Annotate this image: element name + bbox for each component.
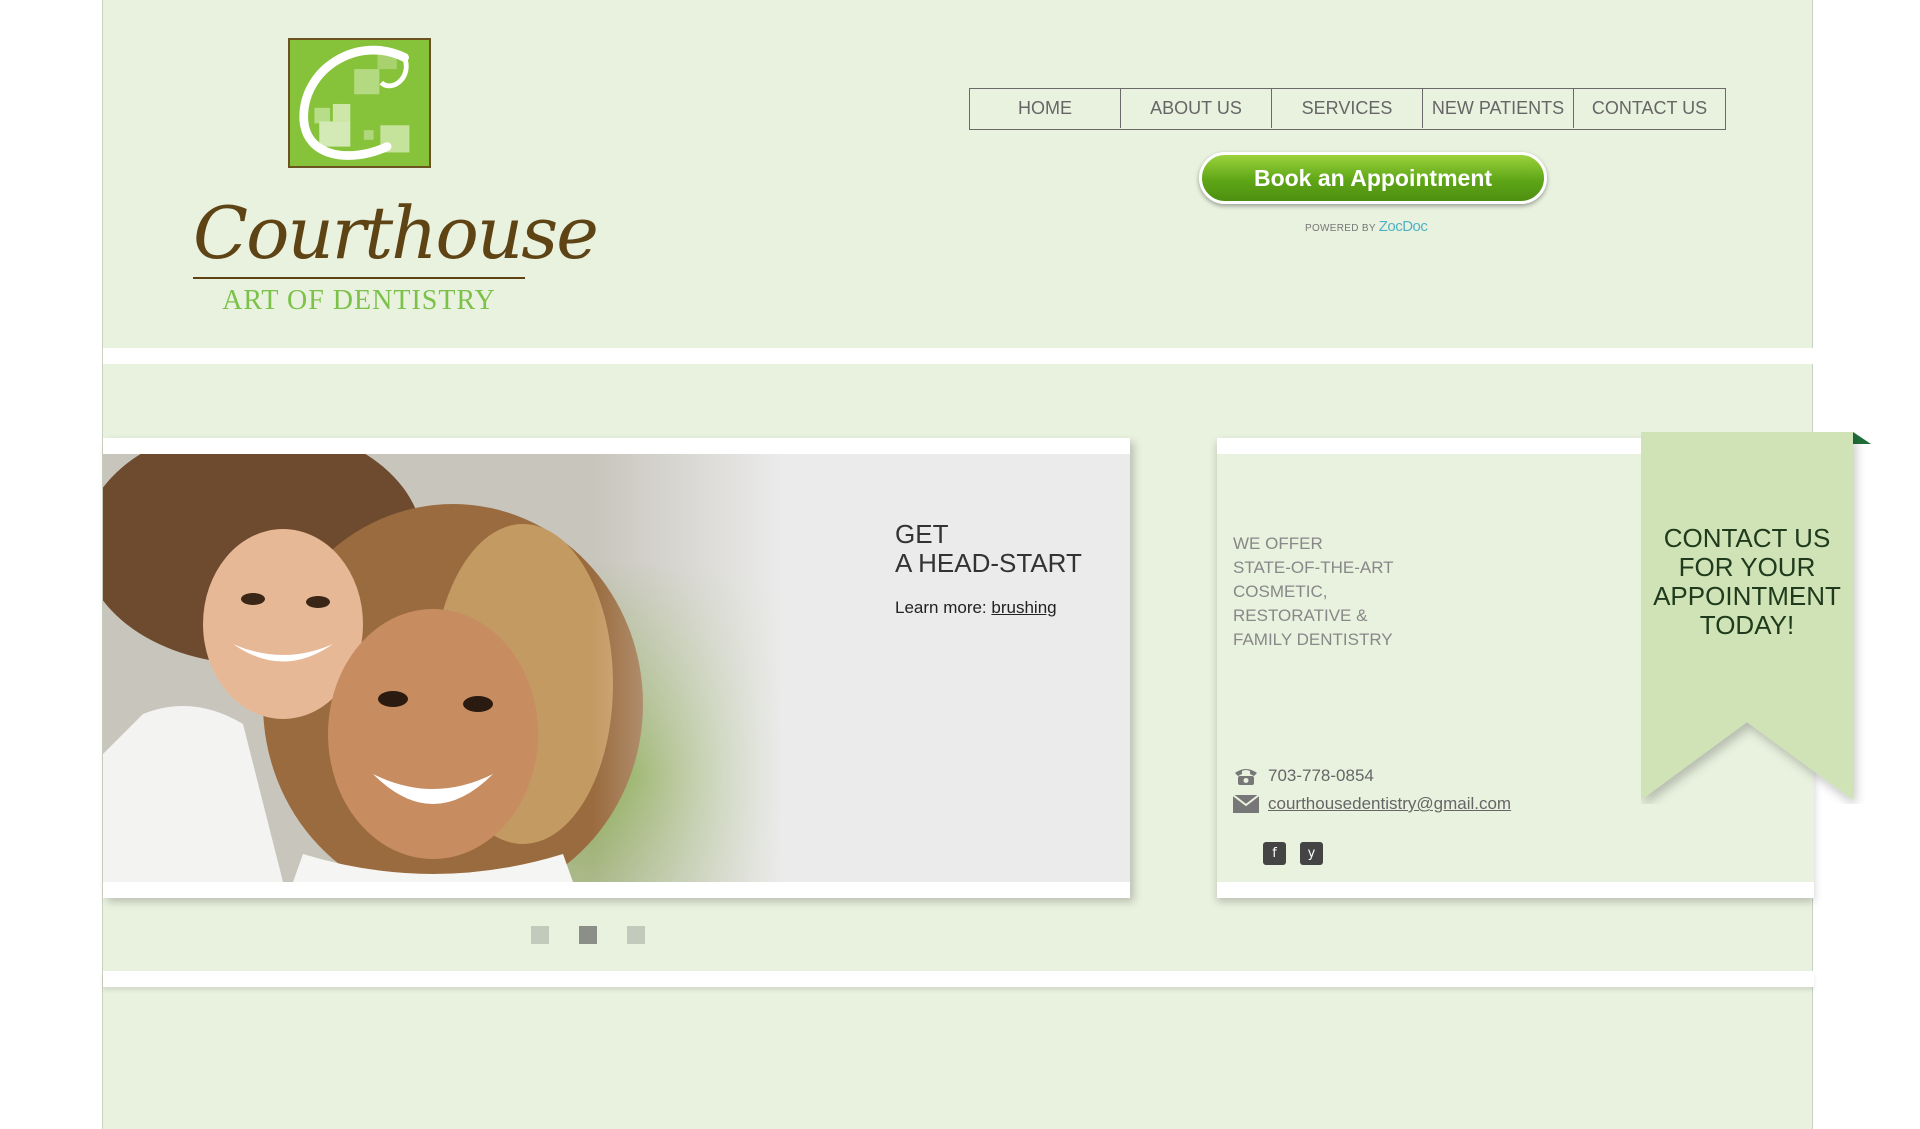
ribbon-text: CONTACT US FOR YOUR APPOINTMENT TODAY! — [1641, 524, 1853, 640]
phone-row: 703-778-0854 — [1233, 766, 1374, 786]
offer-line: COSMETIC, — [1233, 582, 1328, 601]
meet-doctor-heading-peek — [1063, 1112, 1081, 1129]
nav-new-patients[interactable]: NEW PATIENTS — [1423, 89, 1574, 128]
slide-headline: GET A HEAD-START — [895, 520, 1082, 578]
content-divider-band — [103, 971, 1814, 987]
brushing-link[interactable]: brushing — [991, 598, 1056, 617]
nav-contact-us[interactable]: CONTACT US — [1574, 89, 1725, 128]
offer-line: RESTORATIVE & — [1233, 606, 1368, 625]
header-divider-band — [103, 348, 1814, 364]
email-link[interactable]: courthousedentistry@gmail.com — [1268, 794, 1511, 814]
ribbon-line: FOR YOUR — [1678, 552, 1816, 582]
brand-tagline: ART OF DENTISTRY — [222, 285, 496, 316]
yelp-icon[interactable]: y — [1300, 842, 1323, 865]
offer-line: FAMILY DENTISTRY — [1233, 630, 1393, 649]
offer-line: STATE-OF-THE-ART — [1233, 558, 1394, 577]
zocdoc-logo: ZocDoc — [1378, 218, 1428, 235]
mail-icon — [1233, 795, 1259, 813]
ribbon-line: APPOINTMENT — [1653, 581, 1841, 611]
nav-services[interactable]: SERVICES — [1272, 89, 1423, 128]
slide-headline-line-1: GET — [895, 519, 949, 549]
facebook-icon[interactable]: f — [1263, 842, 1286, 865]
email-row: courthousedentistry@gmail.com — [1233, 794, 1511, 814]
offer-line: WE OFFER — [1233, 534, 1323, 553]
ribbon-line: TODAY! — [1699, 610, 1795, 640]
main-nav: HOME ABOUT US SERVICES NEW PATIENTS CONT… — [969, 88, 1726, 130]
powered-by-label: POWERED BY — [1305, 223, 1376, 234]
learn-more-text: Learn more: brushing — [895, 598, 1057, 618]
slider-pagination — [531, 926, 645, 944]
welcome-heading-peek — [203, 1112, 221, 1129]
book-appointment-button[interactable]: Book an Appointment — [1199, 152, 1547, 204]
social-links: f y — [1263, 842, 1323, 865]
logo-icon[interactable] — [288, 38, 431, 168]
slider-dot-3[interactable] — [627, 926, 645, 944]
slider-dot-1[interactable] — [531, 926, 549, 944]
powered-by-zocdoc[interactable]: POWERED BY ZocDoc — [1305, 218, 1455, 235]
hero-slider: GET A HEAD-START Learn more: brushing — [103, 438, 1130, 898]
nav-home[interactable]: HOME — [970, 89, 1121, 128]
hero-slide: GET A HEAD-START Learn more: brushing — [103, 454, 1130, 882]
phone-icon — [1235, 769, 1257, 785]
brand-name: Courthouse — [193, 191, 599, 275]
ribbon-fold — [1853, 432, 1871, 444]
phone-number[interactable]: 703-778-0854 — [1268, 766, 1374, 786]
page-container: Courthouse ART OF DENTISTRY HOME ABOUT U… — [102, 0, 1871, 1129]
ribbon-line: CONTACT US — [1663, 523, 1831, 553]
slider-dot-2[interactable] — [579, 926, 597, 944]
nav-about-us[interactable]: ABOUT US — [1121, 89, 1272, 128]
services-offer-text: WE OFFER STATE-OF-THE-ART COSMETIC, REST… — [1233, 532, 1463, 652]
logo-divider — [193, 277, 525, 279]
learn-more-label: Learn more: — [895, 598, 987, 617]
family-photo — [103, 454, 783, 882]
slide-headline-line-2: A HEAD-START — [895, 548, 1082, 578]
